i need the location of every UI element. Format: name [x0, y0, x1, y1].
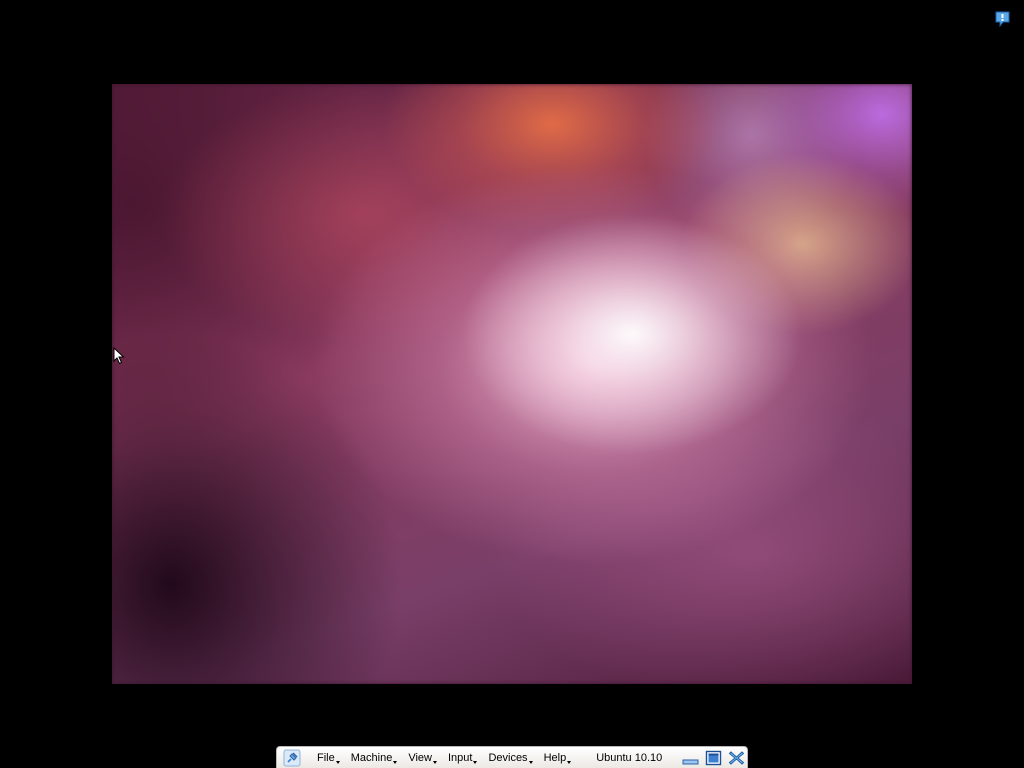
ubuntu-wallpaper: [112, 84, 912, 684]
menu-machine[interactable]: Machine: [351, 747, 398, 768]
mouse-pointer-icon: [113, 346, 125, 365]
vm-title: Ubuntu 10.10: [596, 751, 663, 764]
menu-view[interactable]: View: [408, 747, 437, 768]
chevron-down-icon: [528, 760, 533, 764]
menu-help[interactable]: Help: [544, 747, 572, 768]
host-screen: File Machine View Input Devices Help Ubu…: [0, 0, 1024, 768]
vm-mini-toolbar: File Machine View Input Devices Help Ubu…: [276, 746, 748, 768]
minimize-icon[interactable]: [682, 750, 699, 766]
chevron-down-icon: [432, 760, 437, 764]
guest-display[interactable]: [112, 84, 912, 684]
chevron-down-icon: [393, 760, 398, 764]
menu-file[interactable]: File: [317, 747, 340, 768]
exit-fullscreen-icon[interactable]: [705, 750, 722, 766]
chevron-down-icon: [567, 760, 572, 764]
window-controls: [682, 750, 745, 766]
menu-input[interactable]: Input: [448, 747, 478, 768]
info-balloon-icon[interactable]: [995, 11, 1010, 28]
menu-devices[interactable]: Devices: [488, 747, 533, 768]
close-icon[interactable]: [728, 750, 745, 766]
chevron-down-icon: [473, 760, 478, 764]
chevron-down-icon: [335, 760, 340, 764]
pin-icon[interactable]: [279, 747, 305, 768]
